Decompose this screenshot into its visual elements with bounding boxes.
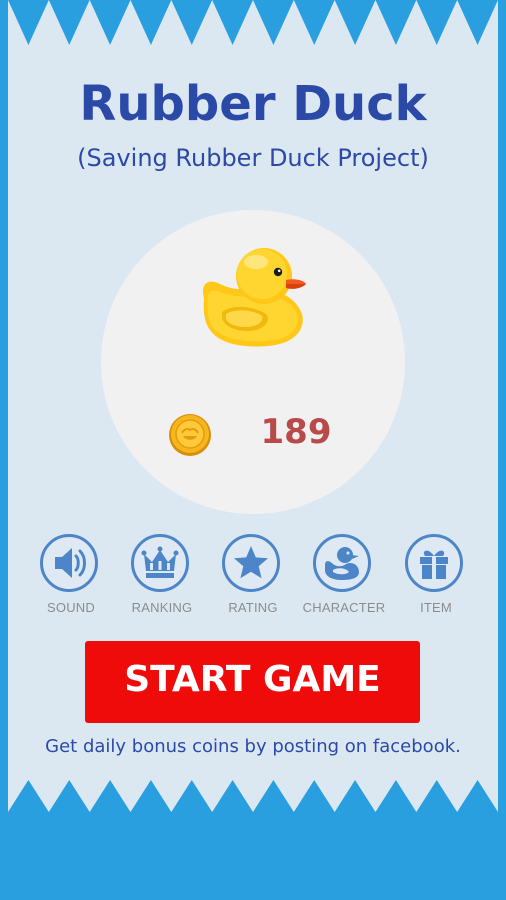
game-title: Rubber Duck: [79, 76, 427, 132]
ranking-button[interactable]: RANKING: [117, 534, 207, 620]
coin-count: 189: [260, 412, 332, 452]
rubber-duck-icon: [202, 248, 306, 347]
coin-icon: [169, 414, 211, 456]
facebook-bonus-note: Get daily bonus coins by posting on face…: [45, 736, 461, 757]
crown-icon: [141, 546, 179, 578]
start-game-button[interactable]: START GAME: [85, 641, 420, 723]
item-button[interactable]: ITEM: [391, 534, 481, 620]
sound-button[interactable]: SOUND: [26, 534, 116, 620]
game-subtitle: (Saving Rubber Duck Project): [77, 144, 429, 172]
duck-icon: [325, 547, 359, 580]
gift-icon: [420, 550, 448, 579]
character-button[interactable]: CHARACTER: [299, 534, 389, 620]
speaker-icon: [55, 548, 86, 578]
rating-button[interactable]: RATING: [208, 534, 298, 620]
game-screen: Rubber Duck (Saving Rubber Duck Project)…: [0, 0, 506, 900]
star-icon: [234, 546, 268, 579]
item-label: ITEM: [420, 600, 452, 615]
start-game-label: START GAME: [124, 659, 381, 700]
